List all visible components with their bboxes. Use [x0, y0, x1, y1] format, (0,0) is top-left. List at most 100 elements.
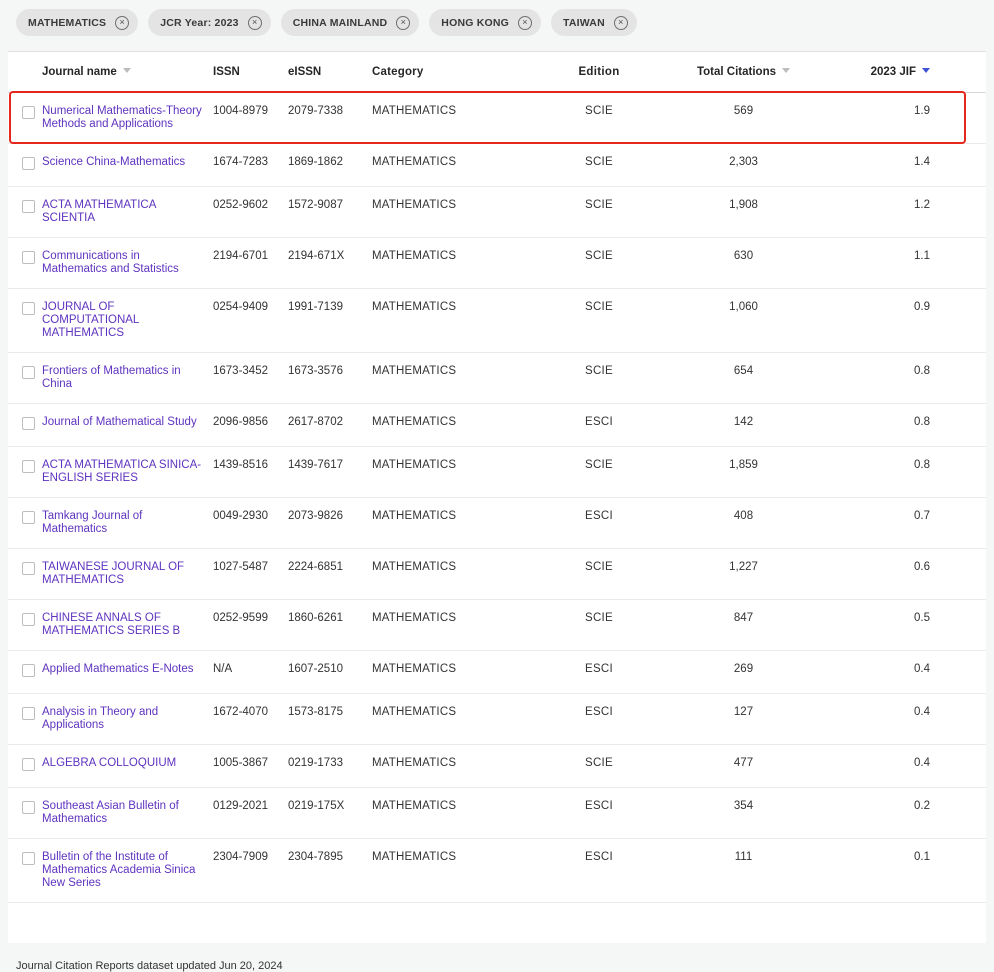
category-value: MATHEMATICS [372, 549, 547, 599]
issn-value: 0049-2930 [213, 498, 288, 548]
citations-value: 127 [657, 694, 836, 744]
journal-name-cell: Tamkang Journal of Mathematics [42, 498, 213, 548]
journal-link[interactable]: Southeast Asian Bulletin of Mathematics [42, 800, 207, 826]
journal-link[interactable]: Bulletin of the Institute of Mathematics… [42, 851, 207, 890]
column-header-journal[interactable]: Journal name [42, 52, 213, 92]
jif-value: 0.8 [836, 404, 986, 446]
jif-value: 0.2 [836, 788, 986, 838]
sort-desc-icon[interactable] [782, 68, 790, 73]
eissn-value: 2224-6851 [288, 549, 372, 599]
journal-link[interactable]: CHINESE ANNALS OF MATHEMATICS SERIES B [42, 612, 207, 638]
row-checkbox[interactable] [22, 852, 35, 865]
issn-value: 1004-8979 [213, 93, 288, 143]
table-row: Bulletin of the Institute of Mathematics… [8, 839, 986, 903]
edition-value: SCIE [547, 144, 657, 186]
filter-chip[interactable]: HONG KONG × [429, 9, 541, 36]
checkbox-cell [8, 289, 42, 352]
row-checkbox[interactable] [22, 801, 35, 814]
filter-chip[interactable]: MATHEMATICS × [16, 9, 138, 36]
journal-link[interactable]: JOURNAL OF COMPUTATIONAL MATHEMATICS [42, 301, 207, 340]
row-checkbox[interactable] [22, 664, 35, 677]
checkbox-cell [8, 694, 42, 744]
row-checkbox[interactable] [22, 302, 35, 315]
table-row: TAIWANESE JOURNAL OF MATHEMATICS 1027-54… [8, 549, 986, 600]
remove-filter-icon[interactable]: × [115, 16, 129, 30]
jif-value: 0.6 [836, 549, 986, 599]
row-checkbox[interactable] [22, 562, 35, 575]
edition-value: SCIE [547, 745, 657, 787]
table-row: ACTA MATHEMATICA SCIENTIA 0252-9602 1572… [8, 187, 986, 238]
eissn-value: 1860-6261 [288, 600, 372, 650]
edition-value: SCIE [547, 238, 657, 288]
column-header-jif-label: 2023 JIF [871, 66, 916, 78]
edition-value: ESCI [547, 498, 657, 548]
remove-filter-icon[interactable]: × [396, 16, 410, 30]
filter-chip-label: MATHEMATICS [28, 17, 106, 29]
column-header-citations[interactable]: Total Citations [657, 52, 836, 92]
remove-filter-icon[interactable]: × [248, 16, 262, 30]
remove-filter-icon[interactable]: × [614, 16, 628, 30]
row-checkbox[interactable] [22, 460, 35, 473]
journal-link[interactable]: Analysis in Theory and Applications [42, 706, 207, 732]
sort-desc-active-icon[interactable] [922, 68, 930, 73]
journal-name-cell: Science China-Mathematics [42, 144, 213, 186]
issn-value: 0254-9409 [213, 289, 288, 352]
column-header-jif[interactable]: 2023 JIF [836, 52, 986, 92]
journals-table: Journal name ISSN eISSN Category Edition… [8, 51, 986, 943]
filter-chip[interactable]: TAIWAN × [551, 9, 637, 36]
citations-value: 1,859 [657, 447, 836, 497]
citations-value: 408 [657, 498, 836, 548]
journal-name-cell: CHINESE ANNALS OF MATHEMATICS SERIES B [42, 600, 213, 650]
journal-link[interactable]: ALGEBRA COLLOQUIUM [42, 757, 176, 770]
row-checkbox[interactable] [22, 613, 35, 626]
journal-link[interactable]: Journal of Mathematical Study [42, 416, 197, 429]
remove-filter-icon[interactable]: × [518, 16, 532, 30]
jif-value: 0.8 [836, 447, 986, 497]
jif-value: 0.1 [836, 839, 986, 902]
checkbox-cell [8, 93, 42, 143]
journal-name-cell: Journal of Mathematical Study [42, 404, 213, 446]
checkbox-cell [8, 788, 42, 838]
row-checkbox[interactable] [22, 251, 35, 264]
jif-value: 1.2 [836, 187, 986, 237]
row-checkbox[interactable] [22, 417, 35, 430]
checkbox-cell [8, 549, 42, 599]
row-checkbox[interactable] [22, 157, 35, 170]
journal-link[interactable]: Tamkang Journal of Mathematics [42, 510, 207, 536]
row-checkbox[interactable] [22, 106, 35, 119]
citations-value: 1,227 [657, 549, 836, 599]
category-value: MATHEMATICS [372, 144, 547, 186]
issn-value: 0252-9602 [213, 187, 288, 237]
journal-link[interactable]: ACTA MATHEMATICA SINICA-ENGLISH SERIES [42, 459, 207, 485]
checkbox-cell [8, 187, 42, 237]
eissn-value: 1673-3576 [288, 353, 372, 403]
eissn-value: 1607-2510 [288, 651, 372, 693]
row-checkbox[interactable] [22, 707, 35, 720]
eissn-value: 2073-9826 [288, 498, 372, 548]
row-checkbox[interactable] [22, 366, 35, 379]
journal-link[interactable]: ACTA MATHEMATICA SCIENTIA [42, 199, 207, 225]
edition-value: SCIE [547, 549, 657, 599]
issn-value: 0129-2021 [213, 788, 288, 838]
checkbox-cell [8, 745, 42, 787]
journal-link[interactable]: Applied Mathematics E-Notes [42, 663, 193, 676]
journal-link[interactable]: Numerical Mathematics-Theory Methods and… [42, 105, 207, 131]
journal-link[interactable]: Communications in Mathematics and Statis… [42, 250, 207, 276]
row-checkbox[interactable] [22, 511, 35, 524]
journal-link[interactable]: Science China-Mathematics [42, 156, 185, 169]
journal-link[interactable]: Frontiers of Mathematics in China [42, 365, 207, 391]
issn-value: 2096-9856 [213, 404, 288, 446]
journal-link[interactable]: TAIWANESE JOURNAL OF MATHEMATICS [42, 561, 207, 587]
edition-value: SCIE [547, 289, 657, 352]
row-checkbox[interactable] [22, 758, 35, 771]
jif-value: 1.9 [836, 93, 986, 143]
sort-desc-icon[interactable] [123, 68, 131, 73]
column-header-eissn: eISSN [288, 52, 372, 92]
row-checkbox[interactable] [22, 200, 35, 213]
filter-chip[interactable]: JCR Year: 2023 × [148, 9, 271, 36]
table-row: ACTA MATHEMATICA SINICA-ENGLISH SERIES 1… [8, 447, 986, 498]
header-checkbox-cell [8, 52, 42, 92]
category-value: MATHEMATICS [372, 289, 547, 352]
filter-chip[interactable]: CHINA MAINLAND × [281, 9, 420, 36]
filter-chip-label: JCR Year: 2023 [160, 17, 239, 29]
